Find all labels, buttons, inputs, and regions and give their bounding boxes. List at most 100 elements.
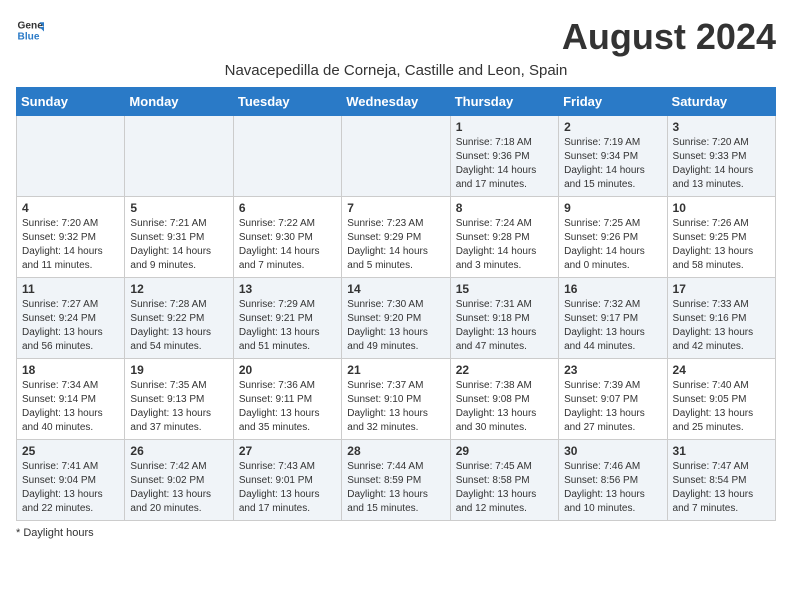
day-number: 30 — [564, 444, 661, 458]
day-info: Sunrise: 7:21 AM Sunset: 9:31 PM Dayligh… — [130, 217, 227, 273]
week-row-3: 11 Sunrise: 7:27 AM Sunset: 9:24 PM Dayli… — [17, 278, 776, 359]
day-cell: 11 Sunrise: 7:27 AM Sunset: 9:24 PM Dayli… — [17, 278, 125, 359]
day-info: Sunrise: 7:19 AM Sunset: 9:34 PM Dayligh… — [564, 136, 661, 192]
day-info: Sunrise: 7:35 AM Sunset: 9:13 PM Dayligh… — [130, 379, 227, 435]
day-number: 9 — [564, 201, 661, 215]
weekday-wednesday: Wednesday — [342, 88, 450, 116]
weekday-thursday: Thursday — [450, 88, 558, 116]
day-info: Sunrise: 7:30 AM Sunset: 9:20 PM Dayligh… — [347, 298, 444, 354]
day-cell: 25Sunrise: 7:41 AM Sunset: 9:04 PM Dayli… — [17, 440, 125, 521]
day-cell: 10 Sunrise: 7:26 AM Sunset: 9:25 PM Dayli… — [667, 197, 775, 278]
day-cell: 16 Sunrise: 7:32 AM Sunset: 9:17 PM Dayli… — [559, 278, 667, 359]
day-number: 23 — [564, 363, 661, 377]
day-info: Sunrise: 7:43 AM Sunset: 9:01 PM Dayligh… — [239, 460, 336, 516]
day-number: 4 — [22, 201, 119, 215]
day-info: Sunrise: 7:26 AM Sunset: 9:25 PM Dayligh… — [673, 217, 770, 273]
day-info: Sunrise: 7:45 AM Sunset: 8:58 PM Dayligh… — [456, 460, 553, 516]
day-cell: 19Sunrise: 7:35 AM Sunset: 9:13 PM Dayli… — [125, 359, 233, 440]
day-cell: 15 Sunrise: 7:31 AM Sunset: 9:18 PM Dayli… — [450, 278, 558, 359]
day-info: Sunrise: 7:40 AM Sunset: 9:05 PM Dayligh… — [673, 379, 770, 435]
header: General Blue General Blue August 2024 — [16, 16, 776, 58]
week-row-5: 25Sunrise: 7:41 AM Sunset: 9:04 PM Dayli… — [17, 440, 776, 521]
day-cell: 7 Sunrise: 7:23 AM Sunset: 9:29 PM Daylig… — [342, 197, 450, 278]
day-info: Sunrise: 7:46 AM Sunset: 8:56 PM Dayligh… — [564, 460, 661, 516]
day-cell: 27Sunrise: 7:43 AM Sunset: 9:01 PM Dayli… — [233, 440, 341, 521]
day-info: Sunrise: 7:27 AM Sunset: 9:24 PM Dayligh… — [22, 298, 119, 354]
day-cell: 31 Sunrise: 7:47 AM Sunset: 8:54 PM Dayli… — [667, 440, 775, 521]
day-info: Sunrise: 7:47 AM Sunset: 8:54 PM Dayligh… — [673, 460, 770, 516]
weekday-tuesday: Tuesday — [233, 88, 341, 116]
day-cell: 14 Sunrise: 7:30 AM Sunset: 9:20 PM Dayli… — [342, 278, 450, 359]
day-info: Sunrise: 7:41 AM Sunset: 9:04 PM Dayligh… — [22, 460, 119, 516]
day-number: 1 — [456, 120, 553, 134]
day-info: Sunrise: 7:44 AM Sunset: 8:59 PM Dayligh… — [347, 460, 444, 516]
week-row-1: 1 Sunrise: 7:18 AM Sunset: 9:36 PM Daylig… — [17, 116, 776, 197]
day-cell: 26 Sunrise: 7:42 AM Sunset: 9:02 PM Dayli… — [125, 440, 233, 521]
day-cell: 2 Sunrise: 7:19 AM Sunset: 9:34 PM Daylig… — [559, 116, 667, 197]
day-number: 24 — [673, 363, 770, 377]
day-number: 12 — [130, 282, 227, 296]
footer-note-text: Daylight hours — [23, 527, 93, 539]
logo-icon: General Blue — [16, 16, 44, 44]
day-number: 31 — [673, 444, 770, 458]
day-number: 16 — [564, 282, 661, 296]
day-cell — [233, 116, 341, 197]
logo: General Blue General Blue — [16, 16, 44, 44]
day-info: Sunrise: 7:36 AM Sunset: 9:11 PM Dayligh… — [239, 379, 336, 435]
day-cell: 29 Sunrise: 7:45 AM Sunset: 8:58 PM Dayli… — [450, 440, 558, 521]
day-number: 2 — [564, 120, 661, 134]
day-number: 14 — [347, 282, 444, 296]
day-number: 15 — [456, 282, 553, 296]
day-cell: 23 Sunrise: 7:39 AM Sunset: 9:07 PM Dayli… — [559, 359, 667, 440]
svg-text:Blue: Blue — [18, 31, 40, 42]
day-info: Sunrise: 7:20 AM Sunset: 9:32 PM Dayligh… — [22, 217, 119, 273]
day-cell — [125, 116, 233, 197]
day-number: 22 — [456, 363, 553, 377]
day-info: Sunrise: 7:24 AM Sunset: 9:28 PM Dayligh… — [456, 217, 553, 273]
day-cell: 12 Sunrise: 7:28 AM Sunset: 9:22 PM Dayli… — [125, 278, 233, 359]
weekday-header-row: SundayMondayTuesdayWednesdayThursdayFrid… — [17, 88, 776, 116]
day-number: 8 — [456, 201, 553, 215]
weekday-friday: Friday — [559, 88, 667, 116]
day-cell: 9Sunrise: 7:25 AM Sunset: 9:26 PM Daylig… — [559, 197, 667, 278]
day-info: Sunrise: 7:22 AM Sunset: 9:30 PM Dayligh… — [239, 217, 336, 273]
day-info: Sunrise: 7:20 AM Sunset: 9:33 PM Dayligh… — [673, 136, 770, 192]
day-cell: 13 Sunrise: 7:29 AM Sunset: 9:21 PM Dayli… — [233, 278, 341, 359]
day-cell — [342, 116, 450, 197]
day-cell: 3 Sunrise: 7:20 AM Sunset: 9:33 PM Daylig… — [667, 116, 775, 197]
day-number: 26 — [130, 444, 227, 458]
day-info: Sunrise: 7:31 AM Sunset: 9:18 PM Dayligh… — [456, 298, 553, 354]
day-info: Sunrise: 7:23 AM Sunset: 9:29 PM Dayligh… — [347, 217, 444, 273]
svg-text:General: General — [18, 20, 44, 31]
day-cell: 4 Sunrise: 7:20 AM Sunset: 9:32 PM Daylig… — [17, 197, 125, 278]
day-number: 11 — [22, 282, 119, 296]
day-number: 3 — [673, 120, 770, 134]
day-cell: 8 Sunrise: 7:24 AM Sunset: 9:28 PM Daylig… — [450, 197, 558, 278]
day-info: Sunrise: 7:29 AM Sunset: 9:21 PM Dayligh… — [239, 298, 336, 354]
day-number: 13 — [239, 282, 336, 296]
day-info: Sunrise: 7:33 AM Sunset: 9:16 PM Dayligh… — [673, 298, 770, 354]
subtitle: Navacepedilla de Corneja, Castille and L… — [16, 62, 776, 79]
day-info: Sunrise: 7:42 AM Sunset: 9:02 PM Dayligh… — [130, 460, 227, 516]
day-number: 10 — [673, 201, 770, 215]
week-row-2: 4 Sunrise: 7:20 AM Sunset: 9:32 PM Daylig… — [17, 197, 776, 278]
day-number: 29 — [456, 444, 553, 458]
calendar-body: 1 Sunrise: 7:18 AM Sunset: 9:36 PM Daylig… — [17, 116, 776, 521]
day-number: 28 — [347, 444, 444, 458]
weekday-monday: Monday — [125, 88, 233, 116]
day-info: Sunrise: 7:32 AM Sunset: 9:17 PM Dayligh… — [564, 298, 661, 354]
weekday-saturday: Saturday — [667, 88, 775, 116]
day-info: Sunrise: 7:38 AM Sunset: 9:08 PM Dayligh… — [456, 379, 553, 435]
day-info: Sunrise: 7:28 AM Sunset: 9:22 PM Dayligh… — [130, 298, 227, 354]
day-number: 7 — [347, 201, 444, 215]
day-cell: 24 Sunrise: 7:40 AM Sunset: 9:05 PM Dayli… — [667, 359, 775, 440]
day-cell: 18Sunrise: 7:34 AM Sunset: 9:14 PM Dayli… — [17, 359, 125, 440]
day-number: 18 — [22, 363, 119, 377]
day-cell: 1 Sunrise: 7:18 AM Sunset: 9:36 PM Daylig… — [450, 116, 558, 197]
day-cell: 20Sunrise: 7:36 AM Sunset: 9:11 PM Dayli… — [233, 359, 341, 440]
day-info: Sunrise: 7:39 AM Sunset: 9:07 PM Dayligh… — [564, 379, 661, 435]
day-info: Sunrise: 7:18 AM Sunset: 9:36 PM Dayligh… — [456, 136, 553, 192]
day-number: 6 — [239, 201, 336, 215]
day-cell: 5Sunrise: 7:21 AM Sunset: 9:31 PM Daylig… — [125, 197, 233, 278]
day-cell: 21Sunrise: 7:37 AM Sunset: 9:10 PM Dayli… — [342, 359, 450, 440]
